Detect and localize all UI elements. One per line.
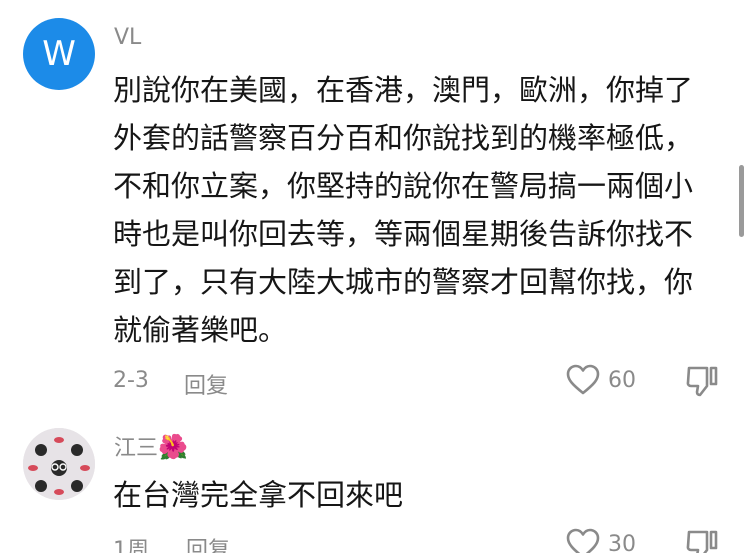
reply-button[interactable]: 回复 [186,532,230,553]
comment-body: 在台灣完全拿不回來吧 [113,471,718,519]
comment-list: W VL 別說你在美國，在香港，澳門，歐洲，你掉了 外套的話警察百分百和你說找到… [0,0,750,553]
grid-portrait-avatar-icon [23,428,95,500]
heart-icon [566,528,600,553]
comment-body-line: 別說你在美國，在香港，澳門，歐洲，你掉了 [113,73,694,107]
comment-date: 1周 [113,538,149,553]
avatar[interactable]: W [23,18,95,90]
heart-icon [566,364,600,395]
comment-date: 2-3 [113,368,149,393]
username-text: 江三 [114,436,159,461]
hibiscus-emoji-icon: 🌺 [158,433,188,461]
comment-body-line: 就偷著樂吧。 [113,313,288,347]
avatar[interactable] [23,428,95,500]
comment-body-line: 在台灣完全拿不回來吧 [113,478,404,512]
like-count: 60 [608,367,636,393]
comment-item: 江三🌺 在台灣完全拿不回來吧 1周 回复 30 [0,400,750,553]
comment-username[interactable]: VL [114,25,141,50]
comment-username[interactable]: 江三🌺 [114,430,188,462]
like-button[interactable]: 60 [566,364,636,396]
comment-body-line: 時也是叫你回去等，等兩個星期後告訴你找不 [113,217,694,251]
comment-body-line: 到了，只有大陸大城市的警察才回幫你找，你 [113,265,694,299]
reply-button[interactable]: 回复 [184,368,228,400]
dislike-icon[interactable] [684,528,720,553]
comment-body-line: 外套的話警察百分百和你說找到的機率極低， [113,121,694,155]
comment-body: 別說你在美國，在香港，澳門，歐洲，你掉了 外套的話警察百分百和你說找到的機率極低… [113,66,718,354]
like-button[interactable]: 30 [566,528,636,553]
like-count: 30 [608,531,636,553]
dislike-icon[interactable] [684,364,720,398]
comment-item: W VL 別說你在美國，在香港，澳門，歐洲，你掉了 外套的話警察百分百和你說找到… [0,0,750,400]
comment-body-line: 不和你立案，你堅持的說你在警局搞一兩個小 [113,169,694,203]
scrollbar[interactable] [739,165,744,237]
